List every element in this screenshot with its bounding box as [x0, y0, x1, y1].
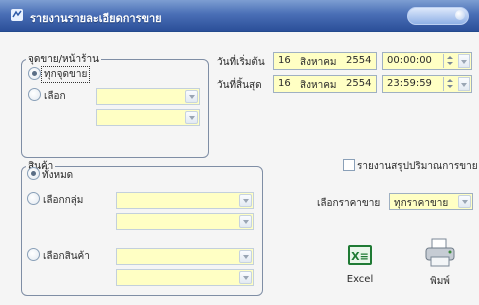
chevron-down-icon[interactable]: [458, 195, 471, 208]
report-window: รายงานรายละเอียดการขาย จุดขาย/หน้าร้าน ท…: [0, 0, 479, 305]
title-bar: รายงานรายละเอียดการขาย: [0, 0, 479, 32]
start-time-field[interactable]: 00:00:00: [382, 52, 472, 70]
chevron-down-icon[interactable]: [185, 111, 198, 124]
title-bar-button[interactable]: [407, 7, 469, 25]
printer-icon: [425, 238, 455, 267]
window-title: รายงานรายละเอียดการขาย: [30, 12, 162, 25]
summary-checkbox-label[interactable]: รายงานสรุปปริมาณการขาย: [357, 159, 478, 174]
chevron-down-icon[interactable]: [239, 215, 252, 228]
end-month[interactable]: สิงหาคม: [300, 78, 336, 93]
radio-all-branches[interactable]: [28, 67, 41, 80]
start-time[interactable]: 00:00:00: [387, 55, 432, 66]
end-date-label: วันที่สิ้นสุด: [217, 80, 262, 91]
excel-button-label: Excel: [346, 274, 374, 285]
radio-all-branches-label[interactable]: ทุกจุดขาย: [40, 66, 91, 83]
branch-select-combo-1[interactable]: [96, 88, 200, 105]
end-date-field[interactable]: 16 สิงหาคม 2554: [273, 75, 377, 93]
radio-all-products-label[interactable]: ทั้งหมด: [42, 168, 73, 183]
print-button[interactable]: พิมพ์: [415, 236, 465, 292]
print-button-label: พิมพ์: [430, 276, 450, 287]
start-year[interactable]: 2554: [346, 55, 371, 66]
app-icon: [11, 9, 23, 21]
start-day[interactable]: 16: [278, 55, 291, 66]
radio-select-group-label[interactable]: เลือกกลุ่ม: [43, 193, 83, 208]
chevron-down-icon[interactable]: [239, 194, 252, 207]
end-time-field[interactable]: 23:59:59: [382, 75, 472, 93]
start-date-field[interactable]: 16 สิงหาคม 2554: [273, 52, 377, 70]
price-select-value: ทุกราคาขาย: [394, 198, 449, 209]
start-month[interactable]: สิงหาคม: [300, 55, 336, 70]
chevron-down-icon[interactable]: [458, 77, 470, 91]
price-label: เลือกราคาขาย: [317, 198, 381, 209]
start-date-label: วันที่เริ่มต้น: [217, 57, 265, 68]
end-day[interactable]: 16: [278, 78, 291, 89]
excel-icon: X≡: [348, 245, 372, 265]
end-time-spinner[interactable]: [443, 77, 457, 91]
end-time[interactable]: 23:59:59: [387, 78, 432, 89]
product-combo-2[interactable]: [116, 269, 254, 286]
product-group-combo-1[interactable]: [116, 192, 254, 209]
chevron-down-icon[interactable]: [239, 250, 252, 263]
product-combo-1[interactable]: [116, 248, 254, 265]
radio-select-branch[interactable]: [28, 88, 41, 101]
radio-select-product[interactable]: [27, 248, 40, 261]
price-select[interactable]: ทุกราคาขาย: [389, 193, 473, 210]
summary-checkbox[interactable]: [343, 159, 355, 171]
radio-select-product-label[interactable]: เลือกสินค้า: [43, 249, 90, 264]
radio-select-group[interactable]: [27, 192, 40, 205]
excel-button[interactable]: X≡ Excel: [335, 242, 385, 292]
branch-select-combo-2[interactable]: [96, 109, 200, 126]
svg-text:X≡: X≡: [351, 250, 369, 263]
branch-group-legend: จุดขาย/หน้าร้าน: [28, 54, 99, 65]
radio-all-products[interactable]: [27, 167, 40, 180]
product-group-combo-2[interactable]: [116, 213, 254, 230]
chevron-down-icon[interactable]: [185, 90, 198, 103]
chevron-down-icon[interactable]: [458, 54, 470, 68]
radio-select-branch-label[interactable]: เลือก: [44, 89, 66, 104]
start-time-spinner[interactable]: [443, 54, 457, 68]
close-icon: [455, 10, 465, 20]
end-year[interactable]: 2554: [346, 78, 371, 89]
chevron-down-icon[interactable]: [239, 271, 252, 284]
